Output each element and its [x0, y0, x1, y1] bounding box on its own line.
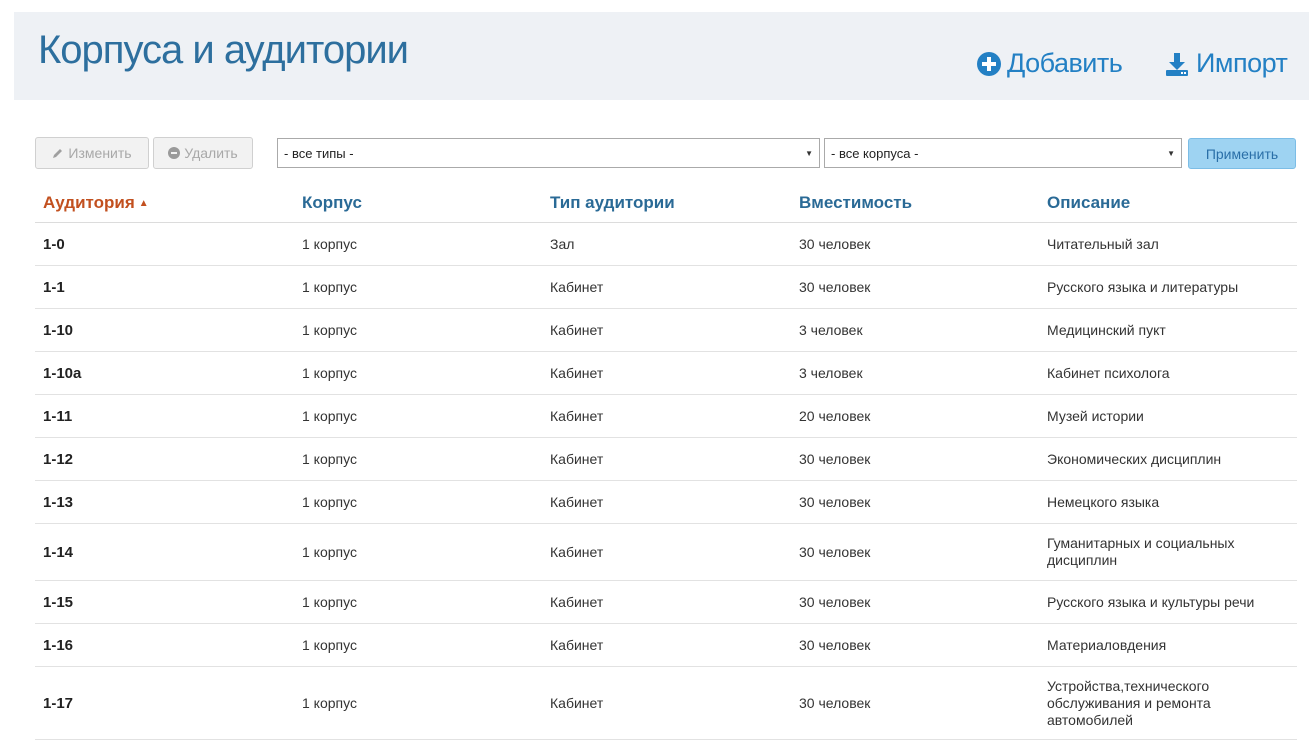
- rooms-table: Аудитория ▲ Корпус Тип аудитории Вместимо…: [35, 183, 1297, 740]
- minus-circle-icon: [168, 147, 181, 159]
- type-cell: Кабинет: [550, 494, 604, 510]
- capacity-cell: 3 человек: [799, 322, 863, 338]
- room-cell: 1-1: [43, 278, 65, 296]
- apply-button[interactable]: Применить: [1188, 138, 1296, 169]
- description-cell: Материаловдения: [1047, 636, 1167, 653]
- pencil-icon: [53, 149, 63, 158]
- table-header: Аудитория ▲ Корпус Тип аудитории Вместимо…: [35, 183, 1297, 223]
- capacity-cell: 30 человек: [799, 279, 871, 295]
- room-cell: 1-13: [43, 493, 74, 511]
- capacity-cell: 30 человек: [799, 594, 871, 610]
- building-cell: 1 корпус: [302, 695, 357, 711]
- building-cell: 1 корпус: [302, 279, 357, 295]
- import-button-label: Импорт: [1196, 48, 1288, 78]
- capacity-cell: 30 человек: [799, 451, 871, 467]
- building-cell: 1 корпус: [302, 494, 357, 510]
- type-cell: Кабинет: [550, 322, 604, 338]
- table-row[interactable]: 1-11 1 корпус Кабинет 20 человек Музей и…: [35, 395, 1297, 438]
- type-cell: Кабинет: [550, 365, 604, 381]
- table-row[interactable]: 1-13 1 корпус Кабинет 30 человек Немецко…: [35, 481, 1297, 524]
- type-cell: Кабинет: [550, 637, 604, 653]
- room-cell: 1-14: [43, 543, 74, 561]
- type-cell: Кабинет: [550, 279, 604, 295]
- column-header-room[interactable]: Аудитория ▲: [43, 193, 149, 213]
- page-title: Корпуса и аудитории: [38, 28, 409, 72]
- edit-button[interactable]: Изменить: [35, 137, 149, 169]
- description-cell: Русского языка и литературы: [1047, 278, 1239, 295]
- room-cell: 1-15: [43, 593, 74, 611]
- type-cell: Кабинет: [550, 695, 604, 711]
- capacity-cell: 30 человек: [799, 494, 871, 510]
- building-select[interactable]: - все корпуса - ▼: [824, 138, 1182, 168]
- room-cell: 1-10: [43, 321, 74, 339]
- capacity-cell: 30 человек: [799, 695, 871, 711]
- building-cell: 1 корпус: [302, 637, 357, 653]
- capacity-cell: 3 человек: [799, 365, 863, 381]
- room-cell: 1-10a: [43, 364, 82, 382]
- description-cell: Русского языка и культуры речи: [1047, 593, 1255, 610]
- description-cell: Музей истории: [1047, 407, 1144, 424]
- table-row[interactable]: 1-16 1 корпус Кабинет 30 человек Материа…: [35, 624, 1297, 667]
- building-cell: 1 корпус: [302, 594, 357, 610]
- column-header-type[interactable]: Тип аудитории: [550, 193, 675, 213]
- type-cell: Кабинет: [550, 451, 604, 467]
- room-cell: 1-11: [43, 407, 73, 425]
- table-row[interactable]: 1-1 1 корпус Кабинет 30 человек Русского…: [35, 266, 1297, 309]
- chevron-down-icon: ▼: [805, 148, 813, 158]
- description-cell: Медицинский пукт: [1047, 321, 1166, 338]
- building-cell: 1 корпус: [302, 322, 357, 338]
- column-header-building[interactable]: Корпус: [302, 193, 362, 213]
- add-button[interactable]: Добавить: [977, 48, 1123, 79]
- description-cell: Гуманитарных и социальных дисциплин: [1047, 535, 1235, 568]
- download-icon: [1166, 52, 1188, 76]
- column-header-description[interactable]: Описание: [1047, 193, 1130, 213]
- delete-button[interactable]: Удалить: [153, 137, 253, 169]
- building-cell: 1 корпус: [302, 236, 357, 252]
- room-cell: 1-17: [43, 694, 74, 712]
- description-cell: Экономических дисциплин: [1047, 450, 1222, 467]
- add-button-label: Добавить: [1007, 48, 1123, 78]
- table-row[interactable]: 1-10a 1 корпус Кабинет 3 человек Кабинет…: [35, 352, 1297, 395]
- capacity-cell: 30 человек: [799, 544, 871, 560]
- table-row[interactable]: 1-10 1 корпус Кабинет 3 человек Медицинс…: [35, 309, 1297, 352]
- description-cell: Устройства,технического обслуживания и р…: [1047, 677, 1211, 728]
- page-header: Корпуса и аудитории Добавить Импорт: [14, 12, 1309, 100]
- sort-asc-icon: ▲: [138, 198, 149, 209]
- plus-circle-icon: [977, 51, 1001, 76]
- building-cell: 1 корпус: [302, 544, 357, 560]
- table-row[interactable]: 1-14 1 корпус Кабинет 30 человек Гуманит…: [35, 524, 1297, 581]
- building-cell: 1 корпус: [302, 365, 357, 381]
- capacity-cell: 30 человек: [799, 637, 871, 653]
- description-cell: Немецкого языка: [1047, 493, 1160, 510]
- type-cell: Кабинет: [550, 594, 604, 610]
- toolbar: Изменить Удалить - все типы - ▼ - все ко…: [0, 137, 1309, 171]
- type-cell: Кабинет: [550, 544, 604, 560]
- building-cell: 1 корпус: [302, 408, 357, 424]
- type-cell: Кабинет: [550, 408, 604, 424]
- table-row[interactable]: 1-12 1 корпус Кабинет 30 человек Экономи…: [35, 438, 1297, 481]
- room-cell: 1-0: [43, 235, 65, 253]
- room-type-select-value: - все типы -: [284, 145, 354, 161]
- type-cell: Зал: [550, 236, 575, 252]
- table-row[interactable]: 1-17 1 корпус Кабинет 30 человек Устройс…: [35, 667, 1297, 740]
- room-type-select[interactable]: - все типы - ▼: [277, 138, 820, 168]
- capacity-cell: 20 человек: [799, 408, 871, 424]
- chevron-down-icon: ▼: [1167, 148, 1175, 158]
- room-cell: 1-12: [43, 450, 74, 468]
- capacity-cell: 30 человек: [799, 236, 871, 252]
- table-row[interactable]: 1-0 1 корпус Зал 30 человек Читательный …: [35, 223, 1297, 266]
- building-select-value: - все корпуса -: [831, 145, 919, 161]
- room-cell: 1-16: [43, 636, 74, 654]
- table-row[interactable]: 1-15 1 корпус Кабинет 30 человек Русског…: [35, 581, 1297, 624]
- description-cell: Читательный зал: [1047, 235, 1159, 252]
- description-cell: Кабинет психолога: [1047, 364, 1170, 381]
- building-cell: 1 корпус: [302, 451, 357, 467]
- edit-button-label: Изменить: [68, 145, 132, 161]
- import-button[interactable]: Импорт: [1164, 48, 1288, 79]
- delete-button-label: Удалить: [184, 145, 238, 161]
- column-header-capacity[interactable]: Вместимость: [799, 193, 912, 213]
